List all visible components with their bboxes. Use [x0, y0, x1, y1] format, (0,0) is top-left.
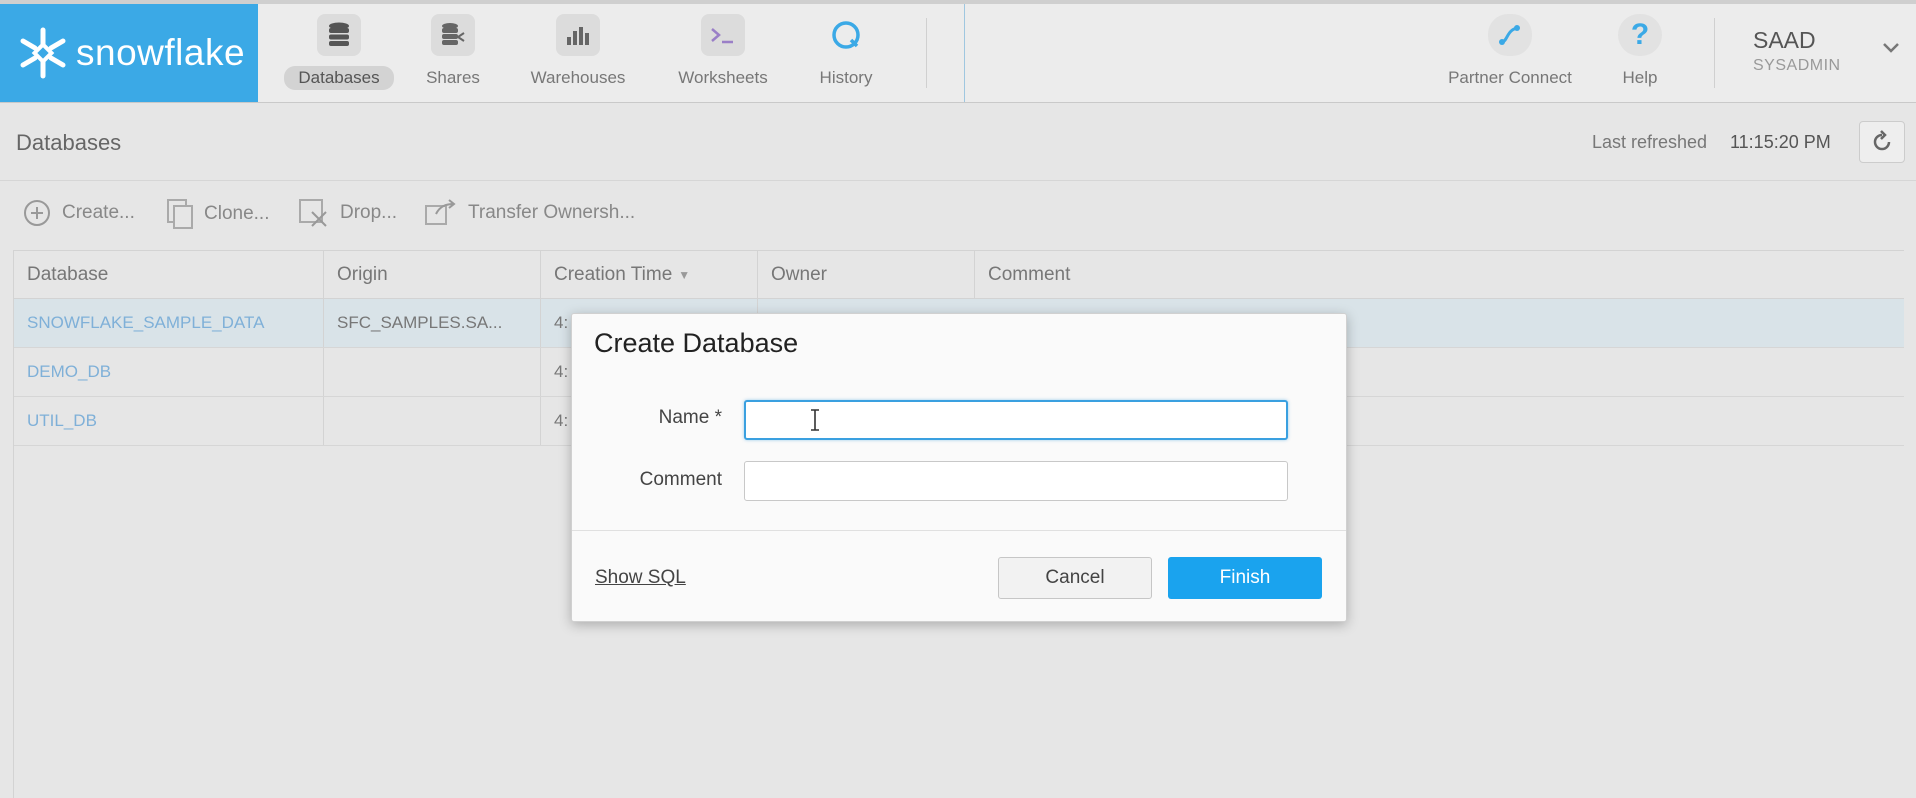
text-cursor-icon	[811, 409, 819, 431]
comment-label: Comment	[639, 469, 722, 490]
user-role[interactable]: SYSADMIN	[1753, 57, 1841, 75]
nav-history-label: History	[819, 68, 873, 87]
column-header-owner[interactable]: Owner	[758, 251, 975, 298]
dialog-divider	[572, 530, 1346, 531]
nav-partner-connect[interactable]: Partner Connect	[1432, 14, 1588, 94]
help-glyph: ?	[1630, 18, 1650, 51]
cancel-button[interactable]: Cancel	[998, 557, 1152, 599]
nav-shares[interactable]: Shares	[408, 14, 498, 94]
chevron-down-icon[interactable]	[1882, 42, 1900, 54]
nav-databases-label: Databases	[284, 66, 394, 90]
last-refreshed-label: Last refreshed	[1592, 132, 1708, 152]
sort-desc-icon: ▼	[678, 267, 691, 282]
page-title: Databases	[16, 130, 122, 155]
window-top-strip	[0, 0, 1916, 4]
nav-databases[interactable]: Databases	[280, 14, 398, 94]
share-icon	[431, 14, 475, 56]
create-label: Create...	[62, 202, 135, 223]
name-label: Name *	[658, 407, 722, 428]
column-header-creation-time[interactable]: Creation Time ▼	[541, 251, 758, 298]
partner-connect-icon	[1488, 14, 1532, 56]
drop-icon	[299, 199, 327, 227]
drop-button[interactable]: Drop...	[298, 198, 397, 228]
warehouse-icon	[556, 14, 600, 56]
transfer-ownership-button[interactable]: Transfer Ownersh...	[424, 198, 635, 228]
database-name-input[interactable]	[744, 400, 1288, 440]
database-name-cell[interactable]: UTIL_DB	[14, 397, 324, 445]
help-icon: ?	[1618, 14, 1662, 56]
origin-cell	[324, 397, 541, 445]
nav-divider-accent	[964, 4, 965, 102]
brand-name: snowflake	[76, 32, 246, 73]
origin-cell	[324, 348, 541, 396]
database-name-cell[interactable]: SNOWFLAKE_SAMPLE_DATA	[14, 299, 324, 347]
transfer-icon	[425, 199, 456, 225]
drop-label: Drop...	[340, 202, 398, 223]
nav-worksheets[interactable]: Worksheets	[660, 14, 786, 94]
top-nav-bar: snowflake Databases Shares Warehouses Wo…	[0, 0, 1916, 103]
nav-help[interactable]: ? Help	[1598, 14, 1682, 94]
origin-cell: SFC_SAMPLES.SA...	[324, 299, 541, 347]
header-divider	[0, 180, 1916, 181]
snowflake-logo-icon	[20, 27, 66, 79]
refresh-button[interactable]	[1859, 121, 1905, 163]
nav-warehouses-label: Warehouses	[530, 68, 626, 87]
nav-history[interactable]: History	[800, 14, 892, 94]
partner-connect-label: Partner Connect	[1448, 68, 1572, 87]
worksheet-icon	[701, 14, 745, 56]
create-database-dialog: Create Database Name * Comment Show SQL …	[571, 313, 1347, 622]
column-header-origin[interactable]: Origin	[324, 251, 541, 298]
nav-warehouses[interactable]: Warehouses	[512, 14, 644, 94]
nav-shares-label: Shares	[426, 68, 480, 87]
show-sql-link[interactable]: Show SQL	[595, 567, 686, 589]
database-name-cell[interactable]: DEMO_DB	[14, 348, 324, 396]
user-name[interactable]: SAAD	[1753, 27, 1816, 54]
finish-button[interactable]: Finish	[1168, 557, 1322, 599]
nav-worksheets-label: Worksheets	[678, 68, 768, 87]
clone-icon	[167, 199, 193, 229]
transfer-label: Transfer Ownersh...	[468, 202, 636, 223]
refresh-icon	[1873, 130, 1891, 151]
history-icon	[824, 14, 868, 56]
column-header-comment[interactable]: Comment	[975, 251, 1904, 298]
nav-divider-user	[1714, 18, 1715, 88]
comment-input[interactable]	[744, 461, 1288, 501]
clone-button[interactable]: Clone...	[166, 198, 269, 230]
create-button[interactable]: Create...	[22, 198, 135, 228]
clone-label: Clone...	[204, 203, 270, 224]
nav-divider	[926, 18, 927, 88]
snowflake-logo[interactable]: snowflake	[0, 4, 258, 102]
last-refreshed-time: 11:15:20 PM	[1730, 132, 1831, 152]
dialog-title: Create Database	[594, 328, 799, 358]
plus-circle-icon	[24, 200, 50, 226]
column-header-database[interactable]: Database	[14, 251, 324, 298]
help-label: Help	[1622, 68, 1658, 87]
database-icon	[317, 14, 361, 56]
